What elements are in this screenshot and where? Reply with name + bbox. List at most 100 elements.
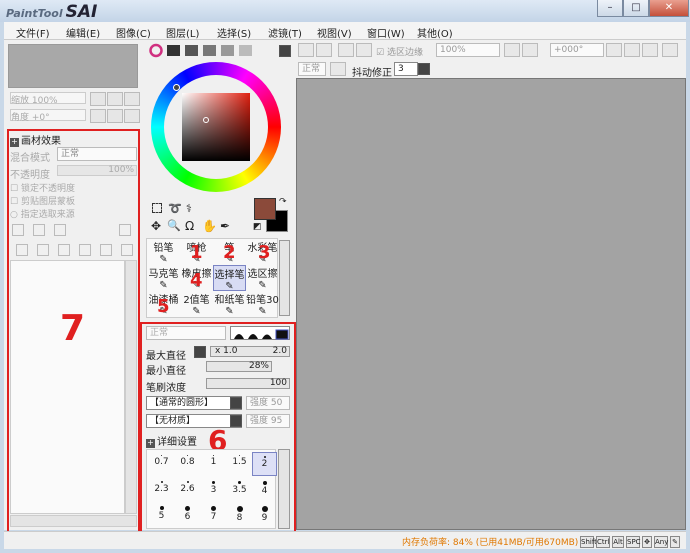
rotate-reset-button[interactable]	[124, 109, 140, 123]
brush-size-scrollbar[interactable]	[278, 449, 290, 529]
swatch-tab-icon[interactable]	[203, 45, 216, 56]
brush-texture-dropdown[interactable]	[230, 415, 242, 427]
canvas-area[interactable]	[296, 78, 686, 530]
stabilizer-dropdown[interactable]	[418, 63, 430, 75]
tool-grid-scrollbar[interactable]	[279, 240, 290, 316]
rotate-reset-tb-button[interactable]	[642, 43, 658, 57]
layer-list[interactable]	[10, 260, 125, 514]
new-layer-icon[interactable]	[12, 224, 24, 236]
redo-button[interactable]	[316, 43, 332, 57]
tool-binary-pen[interactable]: 2值笔 ✎	[180, 291, 213, 317]
max-size-dropdown[interactable]	[194, 346, 206, 358]
size-cell[interactable]: 2.3	[149, 478, 174, 502]
min-size-slider[interactable]: 28%	[206, 361, 272, 372]
edge-square-icon[interactable]	[275, 329, 289, 340]
hsv-slider-tab-icon[interactable]	[185, 45, 198, 56]
zoom-reset-button[interactable]	[124, 92, 140, 106]
size-cell[interactable]: 2.6	[175, 478, 200, 502]
menu-other[interactable]: 其他(O)	[417, 25, 453, 40]
tool-pencil30[interactable]: 铅笔30 ✎	[246, 291, 279, 317]
delete-layer-icon[interactable]	[79, 244, 91, 256]
merge-down-icon[interactable]	[37, 244, 49, 256]
stabilizer-field[interactable]: 3	[394, 62, 418, 76]
selection-source-checkbox[interactable]: ○ 指定选取来源	[10, 207, 75, 220]
clear-layer-icon[interactable]	[58, 244, 70, 256]
primary-color-swatch[interactable]	[254, 198, 276, 220]
size-cell[interactable]: 3	[201, 478, 226, 502]
menu-image[interactable]: 图像(C)	[116, 25, 151, 40]
menu-select[interactable]: 选择(S)	[217, 25, 251, 40]
brush-shape-dropdown[interactable]	[230, 397, 242, 409]
selection-edge-toggle[interactable]: ☑ 选区边缘	[376, 45, 423, 58]
transparent-color-icon[interactable]: ◩	[253, 222, 262, 232]
rect-select-icon[interactable]	[152, 203, 162, 213]
clipping-mask-checkbox[interactable]: ☐ 剪贴图层蒙板	[10, 194, 75, 207]
size-cell[interactable]: 5	[149, 503, 174, 527]
minimize-button[interactable]: –	[597, 0, 623, 17]
angle-slider[interactable]: 角度 +0°	[10, 109, 86, 123]
size-cell[interactable]: 8	[227, 503, 252, 527]
deselect-button[interactable]	[338, 43, 354, 57]
apply-mask-icon[interactable]	[121, 244, 133, 256]
saturation-value-square[interactable]	[182, 93, 250, 161]
zoom-out-button[interactable]	[90, 92, 106, 106]
zoom-in-button[interactable]	[107, 92, 123, 106]
swap-colors-icon[interactable]: ↷	[279, 197, 287, 207]
size-cell[interactable]: 1	[201, 452, 226, 476]
sv-cursor[interactable]	[203, 117, 209, 123]
navigator-preview[interactable]	[8, 44, 138, 88]
tool-washi-pen[interactable]: 和纸笔 ✎	[213, 291, 246, 317]
layer-list-hscrollbar[interactable]	[10, 515, 137, 527]
invert-selection-button[interactable]	[356, 43, 372, 57]
layer-options-icon[interactable]	[119, 224, 131, 236]
angle-field[interactable]: +000°	[550, 43, 604, 57]
size-cell[interactable]: 4	[252, 478, 277, 502]
opacity-slider[interactable]: 100%	[57, 165, 137, 176]
brush-texture-select[interactable]: 【无材质】	[146, 414, 242, 428]
blend-mode-field[interactable]: 正常	[298, 62, 326, 76]
rotate-cw-button[interactable]	[624, 43, 640, 57]
maximize-button[interactable]: □	[623, 0, 649, 17]
menu-file[interactable]: 文件(F)	[16, 25, 50, 40]
menu-layer[interactable]: 图层(L)	[166, 25, 199, 40]
brush-shape-select[interactable]: 【通常的圆形】	[146, 396, 242, 410]
lock-opacity-checkbox[interactable]: ☐ 锁定不透明度	[10, 181, 75, 194]
hand-tool-icon[interactable]: ✋	[202, 219, 217, 233]
close-button[interactable]: ✕	[649, 0, 689, 17]
size-cell[interactable]: 9	[252, 503, 277, 527]
rotate-ccw-button[interactable]	[606, 43, 622, 57]
zoom-tool-icon[interactable]: 🔍	[167, 219, 181, 232]
tool-select-eraser[interactable]: 选区擦 ✎	[246, 265, 279, 291]
blend-mode-dropdown[interactable]	[330, 62, 346, 76]
layer-mask-icon[interactable]	[100, 244, 112, 256]
zoom-field[interactable]: 100%	[436, 43, 500, 57]
zoom-slider[interactable]: 缩放 100%	[10, 92, 86, 106]
rotate-right-button[interactable]	[107, 109, 123, 123]
transfer-down-icon[interactable]	[16, 244, 28, 256]
menu-edit[interactable]: 编辑(E)	[66, 25, 100, 40]
zoom-out-tb-button[interactable]	[522, 43, 538, 57]
menu-filter[interactable]: 滤镜(T)	[268, 25, 302, 40]
size-cell[interactable]: 1.5	[227, 452, 252, 476]
layer-list-scrollbar[interactable]	[125, 260, 137, 514]
edge-hard-icon[interactable]	[262, 334, 272, 340]
undo-button[interactable]	[298, 43, 314, 57]
tool-marker[interactable]: 马克笔 ✎	[147, 265, 180, 291]
scratchpad-tab-icon[interactable]	[239, 45, 252, 56]
move-icon[interactable]: ✥	[151, 219, 161, 233]
mixer-tab-icon[interactable]	[221, 45, 234, 56]
hue-cursor[interactable]	[173, 84, 180, 91]
magic-wand-icon[interactable]: ⚕	[186, 202, 192, 215]
size-cell[interactable]: 0.8	[175, 452, 200, 476]
shape-strength-field[interactable]: 强度 50	[246, 396, 290, 410]
rotate-left-button[interactable]	[90, 109, 106, 123]
blend-mode-select[interactable]: 正常	[57, 147, 137, 161]
color-wheel-tab-icon[interactable]	[149, 43, 163, 58]
size-cell[interactable]: 6	[175, 503, 200, 527]
size-cell[interactable]: 0.7	[149, 452, 174, 476]
density-slider[interactable]: 100	[206, 378, 290, 389]
eyedropper-icon[interactable]: ✒	[220, 219, 230, 233]
color-panel-dropdown[interactable]	[279, 45, 291, 57]
flip-button[interactable]	[662, 43, 678, 57]
rgb-slider-tab-icon[interactable]	[167, 45, 180, 56]
